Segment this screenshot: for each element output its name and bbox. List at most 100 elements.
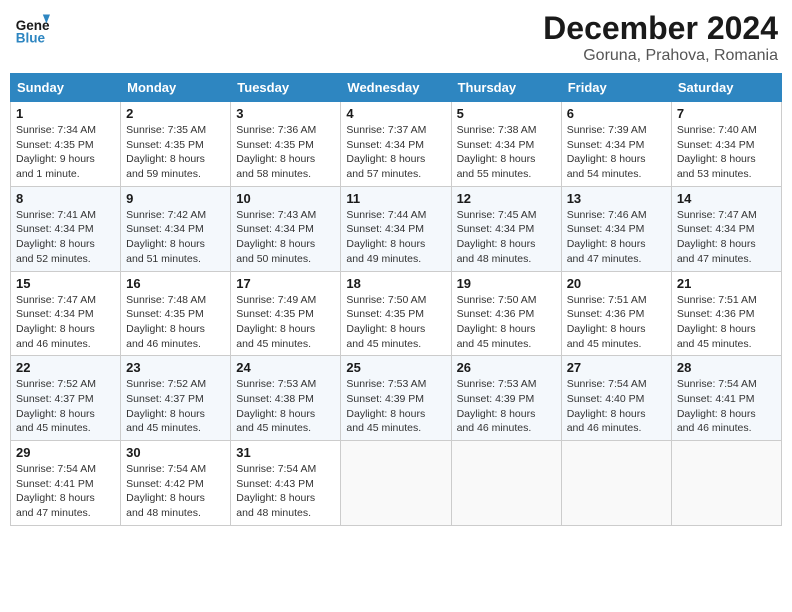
calendar-cell: 11Sunrise: 7:44 AMSunset: 4:34 PMDayligh…	[341, 186, 451, 271]
day-info: Sunrise: 7:50 AMSunset: 4:35 PMDaylight:…	[346, 293, 445, 352]
calendar-cell: 6Sunrise: 7:39 AMSunset: 4:34 PMDaylight…	[561, 102, 671, 187]
day-info: Sunrise: 7:48 AMSunset: 4:35 PMDaylight:…	[126, 293, 225, 352]
calendar-cell	[561, 441, 671, 526]
day-number: 2	[126, 106, 225, 121]
day-number: 8	[16, 191, 115, 206]
calendar-cell: 5 Sunrise: 7:38 AMSunset: 4:34 PMDaylight…	[451, 102, 561, 187]
day-number: 29	[16, 445, 115, 460]
calendar-cell: 18 Sunrise: 7:50 AMSunset: 4:35 PMDayligh…	[341, 271, 451, 356]
weekday-header-row: SundayMondayTuesdayWednesdayThursdayFrid…	[11, 74, 782, 102]
calendar-cell	[451, 441, 561, 526]
day-number: 12	[457, 191, 556, 206]
calendar-cell	[341, 441, 451, 526]
calendar-cell: 29 Sunrise: 7:54 AMSunset: 4:41 PMDayligh…	[11, 441, 121, 526]
calendar-cell: 2 Sunrise: 7:35 AMSunset: 4:35 PMDaylight…	[121, 102, 231, 187]
day-number: 10	[236, 191, 335, 206]
day-info: Sunrise: 7:47 AMSunset: 4:34 PMDaylight:…	[677, 208, 776, 267]
calendar-cell: 13 Sunrise: 7:46 AMSunset: 4:34 PMDayligh…	[561, 186, 671, 271]
day-info: Sunrise: 7:51 AMSunset: 4:36 PMDaylight:…	[567, 293, 666, 352]
location-title: Goruna, Prahova, Romania	[543, 47, 778, 65]
calendar-cell: 10 Sunrise: 7:43 AMSunset: 4:34 PMDayligh…	[231, 186, 341, 271]
day-info: Sunrise: 7:51 AMSunset: 4:36 PMDaylight:…	[677, 293, 776, 352]
calendar-cell: 4 Sunrise: 7:37 AMSunset: 4:34 PMDaylight…	[341, 102, 451, 187]
day-info: Sunrise: 7:35 AMSunset: 4:35 PMDaylight:…	[126, 123, 225, 182]
calendar-cell: 30Sunrise: 7:54 AMSunset: 4:42 PMDayligh…	[121, 441, 231, 526]
day-info: Sunrise: 7:45 AMSunset: 4:34 PMDaylight:…	[457, 208, 556, 267]
calendar-cell: 16Sunrise: 7:48 AMSunset: 4:35 PMDayligh…	[121, 271, 231, 356]
calendar-week-row: 15Sunrise: 7:47 AMSunset: 4:34 PMDayligh…	[11, 271, 782, 356]
calendar-cell: 19 Sunrise: 7:50 AMSunset: 4:36 PMDayligh…	[451, 271, 561, 356]
day-info: Sunrise: 7:52 AMSunset: 4:37 PMDaylight:…	[16, 377, 115, 436]
day-number: 25	[346, 360, 445, 375]
day-info: Sunrise: 7:53 AMSunset: 4:38 PMDaylight:…	[236, 377, 335, 436]
day-info: Sunrise: 7:37 AMSunset: 4:34 PMDaylight:…	[346, 123, 445, 182]
calendar-week-row: 29 Sunrise: 7:54 AMSunset: 4:41 PMDayligh…	[11, 441, 782, 526]
calendar-cell: 8 Sunrise: 7:41 AMSunset: 4:34 PMDaylight…	[11, 186, 121, 271]
day-info: Sunrise: 7:42 AMSunset: 4:34 PMDaylight:…	[126, 208, 225, 267]
day-info: Sunrise: 7:52 AMSunset: 4:37 PMDaylight:…	[126, 377, 225, 436]
day-number: 23	[126, 360, 225, 375]
day-number: 27	[567, 360, 666, 375]
weekday-header-saturday: Saturday	[671, 74, 781, 102]
day-number: 1	[16, 106, 115, 121]
weekday-header-wednesday: Wednesday	[341, 74, 451, 102]
day-number: 14	[677, 191, 776, 206]
calendar-cell: 31Sunrise: 7:54 AMSunset: 4:43 PMDayligh…	[231, 441, 341, 526]
day-info: Sunrise: 7:53 AMSunset: 4:39 PMDaylight:…	[457, 377, 556, 436]
calendar-cell: 25 Sunrise: 7:53 AMSunset: 4:39 PMDayligh…	[341, 356, 451, 441]
day-number: 20	[567, 276, 666, 291]
day-info: Sunrise: 7:46 AMSunset: 4:34 PMDaylight:…	[567, 208, 666, 267]
calendar-week-row: 22Sunrise: 7:52 AMSunset: 4:37 PMDayligh…	[11, 356, 782, 441]
day-number: 13	[567, 191, 666, 206]
day-number: 5	[457, 106, 556, 121]
day-number: 15	[16, 276, 115, 291]
day-number: 28	[677, 360, 776, 375]
weekday-header-monday: Monday	[121, 74, 231, 102]
day-info: Sunrise: 7:43 AMSunset: 4:34 PMDaylight:…	[236, 208, 335, 267]
weekday-header-sunday: Sunday	[11, 74, 121, 102]
calendar-cell: 17Sunrise: 7:49 AMSunset: 4:35 PMDayligh…	[231, 271, 341, 356]
day-info: Sunrise: 7:53 AMSunset: 4:39 PMDaylight:…	[346, 377, 445, 436]
title-area: December 2024 Goruna, Prahova, Romania	[543, 10, 778, 65]
header: General Blue December 2024 Goruna, Praho…	[10, 10, 782, 65]
calendar-cell	[671, 441, 781, 526]
calendar-cell: 15Sunrise: 7:47 AMSunset: 4:34 PMDayligh…	[11, 271, 121, 356]
calendar-cell: 22Sunrise: 7:52 AMSunset: 4:37 PMDayligh…	[11, 356, 121, 441]
calendar-cell: 7 Sunrise: 7:40 AMSunset: 4:34 PMDaylight…	[671, 102, 781, 187]
calendar-table: SundayMondayTuesdayWednesdayThursdayFrid…	[10, 73, 782, 526]
day-number: 18	[346, 276, 445, 291]
day-number: 7	[677, 106, 776, 121]
calendar-cell: 1Sunrise: 7:34 AMSunset: 4:35 PMDaylight…	[11, 102, 121, 187]
day-number: 19	[457, 276, 556, 291]
day-info: Sunrise: 7:49 AMSunset: 4:35 PMDaylight:…	[236, 293, 335, 352]
day-number: 24	[236, 360, 335, 375]
day-info: Sunrise: 7:54 AMSunset: 4:42 PMDaylight:…	[126, 462, 225, 521]
calendar-cell: 28Sunrise: 7:54 AMSunset: 4:41 PMDayligh…	[671, 356, 781, 441]
calendar-cell: 21Sunrise: 7:51 AMSunset: 4:36 PMDayligh…	[671, 271, 781, 356]
weekday-header-thursday: Thursday	[451, 74, 561, 102]
day-info: Sunrise: 7:38 AMSunset: 4:34 PMDaylight:…	[457, 123, 556, 182]
calendar-cell: 24 Sunrise: 7:53 AMSunset: 4:38 PMDayligh…	[231, 356, 341, 441]
day-number: 4	[346, 106, 445, 121]
day-info: Sunrise: 7:50 AMSunset: 4:36 PMDaylight:…	[457, 293, 556, 352]
calendar-cell: 23 Sunrise: 7:52 AMSunset: 4:37 PMDayligh…	[121, 356, 231, 441]
calendar-cell: 9 Sunrise: 7:42 AMSunset: 4:34 PMDaylight…	[121, 186, 231, 271]
day-info: Sunrise: 7:40 AMSunset: 4:34 PMDaylight:…	[677, 123, 776, 182]
weekday-header-tuesday: Tuesday	[231, 74, 341, 102]
day-number: 9	[126, 191, 225, 206]
weekday-header-friday: Friday	[561, 74, 671, 102]
calendar-cell: 14 Sunrise: 7:47 AMSunset: 4:34 PMDayligh…	[671, 186, 781, 271]
day-info: Sunrise: 7:39 AMSunset: 4:34 PMDaylight:…	[567, 123, 666, 182]
day-info: Sunrise: 7:41 AMSunset: 4:34 PMDaylight:…	[16, 208, 115, 267]
calendar-week-row: 1Sunrise: 7:34 AMSunset: 4:35 PMDaylight…	[11, 102, 782, 187]
day-number: 11	[346, 191, 445, 206]
calendar-cell: 27Sunrise: 7:54 AMSunset: 4:40 PMDayligh…	[561, 356, 671, 441]
day-info: Sunrise: 7:54 AMSunset: 4:43 PMDaylight:…	[236, 462, 335, 521]
day-info: Sunrise: 7:54 AMSunset: 4:41 PMDaylight:…	[16, 462, 115, 521]
calendar-cell: 26Sunrise: 7:53 AMSunset: 4:39 PMDayligh…	[451, 356, 561, 441]
month-title: December 2024	[543, 10, 778, 47]
svg-text:Blue: Blue	[16, 30, 46, 45]
calendar-cell: 20 Sunrise: 7:51 AMSunset: 4:36 PMDayligh…	[561, 271, 671, 356]
calendar-cell: 3Sunrise: 7:36 AMSunset: 4:35 PMDaylight…	[231, 102, 341, 187]
day-number: 3	[236, 106, 335, 121]
